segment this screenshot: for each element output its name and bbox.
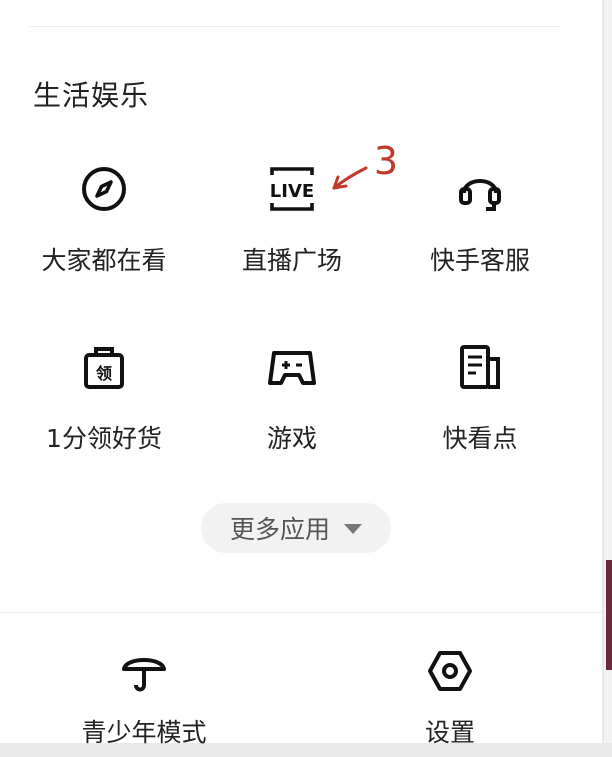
youth-mode-button[interactable]: 青少年模式 (44, 647, 244, 757)
bottom-divider (0, 612, 602, 613)
grid-label: 直播广场 (241, 246, 342, 275)
grid-item-games[interactable]: 游戏 (202, 343, 382, 473)
right-edge-accent (606, 560, 612, 670)
top-divider (30, 26, 560, 27)
compass-icon (80, 165, 128, 213)
grid-item-customer-service[interactable]: 快手客服 (390, 165, 570, 295)
grid-label: 游戏 (266, 424, 317, 453)
section-title: 生活娱乐 (33, 79, 150, 112)
grid-label: 快手客服 (429, 246, 530, 275)
umbrella-icon (120, 647, 168, 695)
live-icon: LIVE (268, 165, 316, 213)
settings-button[interactable]: 设置 (350, 647, 550, 757)
headset-icon (456, 165, 504, 213)
menu-panel: 生活娱乐 大家都在看 LIVE 直播广场 快手客服 领 1分领好货 游戏 快看点… (0, 0, 602, 747)
bottom-label: 设置 (424, 718, 475, 747)
coupon-badge-text: 领 (96, 364, 112, 383)
bottom-label: 青少年模式 (81, 718, 207, 747)
grid-label: 1分领好货 (46, 424, 162, 453)
live-badge-text: LIVE (270, 181, 314, 202)
grid-item-quick-read[interactable]: 快看点 (390, 343, 570, 473)
gamepad-icon (268, 343, 316, 391)
annotation-arrow-three: 3 (326, 139, 416, 200)
annotation-number: 3 (374, 140, 398, 183)
grid-item-coupon[interactable]: 领 1分领好货 (14, 343, 194, 473)
grid-item-watching[interactable]: 大家都在看 (14, 165, 194, 295)
grid-label: 快看点 (442, 424, 518, 453)
caret-down-icon (344, 524, 362, 534)
more-apps-button[interactable]: 更多应用 (201, 503, 391, 553)
more-apps-label: 更多应用 (229, 515, 330, 544)
news-icon (456, 343, 504, 391)
coupon-bag-icon: 领 (80, 343, 128, 391)
settings-hex-icon (426, 647, 474, 695)
grid-label: 大家都在看 (41, 246, 167, 275)
